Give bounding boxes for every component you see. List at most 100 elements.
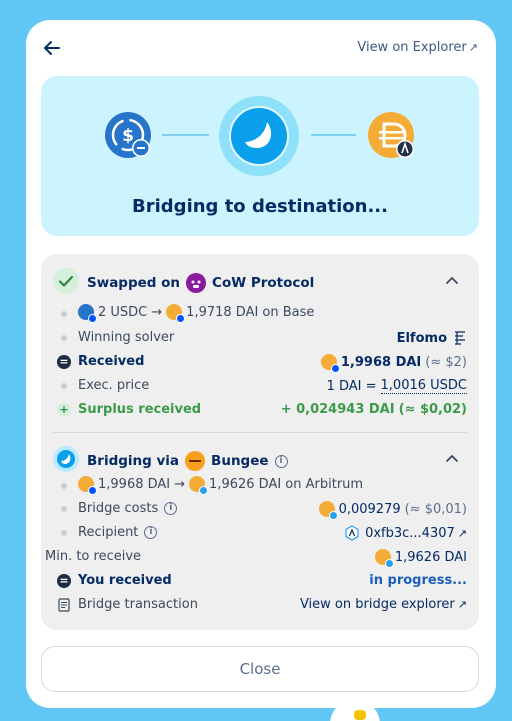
winning-solver-label: Winning solver: [78, 330, 175, 345]
check-icon: [53, 268, 79, 294]
info-icon[interactable]: i: [164, 502, 178, 515]
you-received-row: = You received in progress...: [53, 571, 467, 591]
external-link-icon: ↗: [468, 41, 478, 54]
recipient-address: 0xfb3c...4307: [365, 525, 455, 541]
equals-icon: =: [57, 574, 71, 588]
progress-connector-left: [162, 134, 209, 136]
surplus-label: Surplus received: [78, 402, 202, 417]
bridge-costs-value: 0,009279: [338, 501, 401, 517]
bridge-from-amount: 1,9968 DAI: [98, 476, 171, 492]
bridge-trade-row: 1,9968 DAI → 1,9626 DAI on Arbitrum: [53, 476, 467, 496]
min-receive-value: 1,9626 DAI: [394, 549, 467, 565]
swap-title-prefix: Swapped on: [87, 275, 181, 291]
exec-price-row: Exec. price 1 DAI = 1,0016 USDC: [53, 376, 467, 396]
arbitrum-network-badge: [328, 511, 338, 520]
back-arrow-icon[interactable]: [40, 36, 64, 60]
base-network-badge: [330, 364, 340, 373]
bridge-status-modal: View on Explorer ↗ $ Bridging to destina…: [26, 20, 496, 708]
info-icon[interactable]: i: [274, 454, 288, 468]
chevron-up-icon[interactable]: [443, 450, 461, 468]
recipient-row: Recipient i 0xfb3c...4307 ↗: [53, 523, 467, 543]
received-value: 1,9968 DAI: [340, 354, 422, 370]
bridge-explorer-link-label: View on bridge explorer: [299, 597, 455, 612]
you-received-status: in progress...: [369, 573, 467, 588]
cow-protocol-logo-icon: [186, 273, 207, 293]
bridge-section-header[interactable]: Bridging via Bungee i: [53, 446, 467, 472]
surplus-fiat: (≈ $0,02): [398, 402, 467, 417]
min-receive-row: Min. to receive 1,9626 DAI: [45, 547, 467, 568]
dai-token-icon: [78, 476, 97, 495]
solver-logo-icon: [453, 330, 467, 346]
modal-header: View on Explorer ↗: [26, 20, 496, 76]
chevron-up-icon[interactable]: [443, 272, 461, 290]
bridge-progress-hero: $ Bridging to destination...: [41, 76, 479, 236]
timeline-dot: [61, 335, 67, 341]
dai-token-icon: [374, 549, 394, 568]
timeline-dot: [61, 530, 67, 536]
bridge-transaction-row: Bridge transaction View on bridge explor…: [53, 595, 467, 615]
bridge-title-prefix: Bridging via: [87, 453, 180, 469]
dai-token-icon: [166, 304, 186, 323]
bridge-to-amount: 1,9626 DAI on Arbitrum: [209, 476, 364, 492]
swap-trade-row: 2 USDC → 1,9718 DAI on Base: [53, 304, 467, 324]
bridge-costs-label: Bridge costs: [78, 501, 159, 516]
document-icon: [58, 598, 70, 612]
winning-solver-value: Elfomo: [396, 330, 447, 346]
transaction-details-panel: Swapped on CoW Protocol 2 USDC → 1,9718 …: [41, 254, 479, 630]
timeline-dot: [61, 311, 67, 317]
received-fiat: (≈ $2): [425, 354, 467, 370]
timeline-dot: [61, 506, 67, 512]
surplus-value: + 0,024943 DAI: [280, 402, 395, 417]
swap-to-amount: 1,9718 DAI on Base: [186, 304, 315, 320]
base-network-badge: [88, 486, 97, 495]
info-icon[interactable]: i: [144, 526, 158, 539]
surplus-row: + Surplus received + 0,024943 DAI (≈ $0,…: [53, 400, 467, 420]
swap-from-amount: 2 USDC: [98, 304, 148, 320]
bungee-logo-icon: [185, 451, 206, 471]
bridge-status-title: Bridging to destination...: [132, 196, 388, 217]
bridge-section-title: Bridging via Bungee i: [87, 451, 288, 471]
arrow-right-icon: →: [174, 476, 186, 492]
bridge-progress-icon: [219, 96, 299, 176]
recipient-label: Recipient: [78, 525, 139, 540]
section-divider: [53, 432, 467, 433]
timeline-dot: [61, 483, 67, 489]
svg-text:$: $: [122, 126, 134, 146]
arrow-right-icon: →: [151, 304, 163, 320]
bridge-costs-row: Bridge costs i 0,009279 (≈ $0,01): [53, 499, 467, 520]
external-link-icon: ↗: [457, 598, 467, 611]
equals-icon: =: [57, 355, 71, 369]
view-bridge-explorer-link[interactable]: View on bridge explorer ↗: [300, 597, 467, 612]
swap-section-title: Swapped on CoW Protocol: [87, 273, 314, 293]
dai-token-icon: [320, 354, 340, 373]
exec-price-label: Exec. price: [78, 378, 150, 393]
explorer-link-label: View on Explorer: [357, 40, 467, 55]
recipient-address-link[interactable]: 0xfb3c...4307 ↗: [344, 525, 467, 541]
winning-solver-row: Winning solver Elfomo: [53, 328, 467, 348]
bridge-transaction-label: Bridge transaction: [78, 597, 198, 612]
close-button[interactable]: Close: [41, 646, 479, 692]
usdc-token-icon: [78, 304, 97, 323]
progress-connector-right: [311, 134, 356, 136]
timeline-dot: [61, 383, 67, 389]
arbitrum-network-icon: [344, 525, 360, 541]
view-on-explorer-link[interactable]: View on Explorer ↗: [357, 40, 478, 55]
exec-price-value[interactable]: 1,0016 USDC: [380, 378, 467, 394]
arbitrum-network-badge: [384, 559, 394, 568]
arbitrum-network-badge: [199, 486, 209, 495]
plus-icon: +: [57, 403, 71, 417]
you-received-label: You received: [78, 573, 172, 588]
base-network-badge: [176, 314, 186, 323]
dai-token-icon: [318, 501, 338, 520]
dai-token-icon: [368, 112, 414, 158]
external-link-icon: ↗: [457, 526, 467, 540]
received-row: = Received 1,9968 DAI (≈ $2): [53, 352, 467, 373]
min-receive-label: Min. to receive: [45, 549, 142, 564]
usdc-token-icon: $: [105, 112, 151, 158]
swap-provider-name: CoW Protocol: [212, 275, 315, 291]
dai-token-icon: [189, 476, 209, 495]
bridge-costs-fiat: (≈ $0,01): [404, 501, 467, 517]
bridge-provider-name: Bungee: [211, 453, 269, 469]
exec-price-prefix: 1 DAI =: [326, 378, 377, 394]
swap-section-header[interactable]: Swapped on CoW Protocol: [53, 268, 467, 294]
